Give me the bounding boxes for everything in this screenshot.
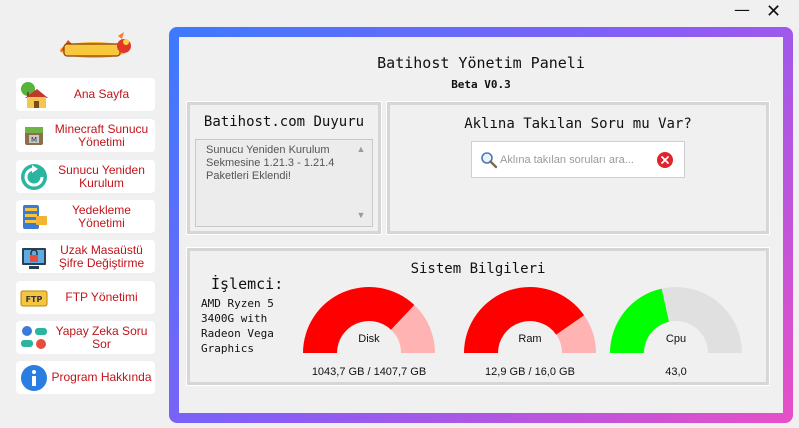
sidebar-item-label: Sunucu Yeniden Kurulum xyxy=(58,162,145,190)
home-icon xyxy=(19,80,49,110)
main-panel: Batihost Yönetim Paneli Beta V0.3 Batiho… xyxy=(179,37,783,413)
minecraft-icon: M xyxy=(19,121,49,151)
backup-icon xyxy=(19,202,49,232)
ram-gauge: Ram xyxy=(462,283,598,355)
sidebar-item-label: Program Hakkında xyxy=(51,370,152,384)
sidebar-item-uzak-masaustu[interactable]: Uzak Masaüstü Şifre Değiştirme xyxy=(16,240,155,273)
svg-text:M: M xyxy=(31,136,37,144)
search-icon xyxy=(480,151,498,169)
sidebar-item-ana-sayfa[interactable]: Ana Sayfa xyxy=(16,78,155,111)
version-label: Beta V0.3 xyxy=(451,78,511,91)
scroll-down-icon[interactable]: ▼ xyxy=(354,210,368,222)
remote-desktop-icon xyxy=(19,242,49,272)
system-info-box: Sistem Bilgileri İşlemci: AMD Ryzen 5 34… xyxy=(186,247,770,386)
svg-text:FTP: FTP xyxy=(26,295,43,304)
sidebar-item-yapay-zeka[interactable]: Yapay Zeka Soru Sor xyxy=(16,321,155,354)
scroll-up-icon[interactable]: ▲ xyxy=(354,144,368,156)
announcement-box: Batihost.com Duyuru Sunucu Yeniden Kurul… xyxy=(186,101,382,235)
batihost-logo xyxy=(54,30,136,64)
cpu-gauge: Cpu xyxy=(608,283,744,355)
close-icon[interactable]: ✕ xyxy=(766,3,781,21)
search-input[interactable] xyxy=(500,151,652,169)
cpu-label: İşlemci: xyxy=(211,275,284,293)
ram-gauge-label: Ram xyxy=(518,333,542,345)
cpu-usage-value: 43,0 xyxy=(665,366,687,378)
sidebar-item-label: FTP Yönetimi xyxy=(65,290,138,304)
search-field[interactable] xyxy=(471,141,685,178)
sidebar-item-minecraft[interactable]: M Minecraft Sunucu Yönetimi xyxy=(16,119,155,152)
sidebar-item-label: Minecraft Sunucu Yönetimi xyxy=(54,121,149,149)
disk-gauge-label: Disk xyxy=(358,333,380,345)
cpu-gauge-label: Cpu xyxy=(665,333,687,345)
info-icon xyxy=(19,363,49,393)
disk-usage-value: 1043,7 GB / 1407,7 GB xyxy=(311,366,427,378)
sidebar-item-program-hakkinda[interactable]: Program Hakkında xyxy=(16,361,155,394)
ftp-icon: FTP xyxy=(19,283,49,313)
cpu-model: AMD Ryzen 5 3400G with Radeon Vega Graph… xyxy=(201,297,274,355)
sidebar-item-label: Ana Sayfa xyxy=(73,87,130,101)
sidebar-item-ftp[interactable]: FTP FTP Yönetimi xyxy=(16,281,155,314)
sidebar-item-yedekleme[interactable]: Yedekleme Yönetimi xyxy=(16,200,155,233)
sidebar-item-label: Yedekleme Yönetimi xyxy=(72,202,131,230)
announcement-text: Sunucu Yeniden Kurulum Sekmesine 1.21.3 … xyxy=(206,144,335,182)
refresh-icon xyxy=(19,162,49,192)
sidebar-item-label: Uzak Masaüstü Şifre Değiştirme xyxy=(58,242,145,270)
sidebar-item-label: Yapay Zeka Soru Sor xyxy=(55,323,148,351)
question-title: Aklına Takılan Soru mu Var? xyxy=(464,116,692,132)
sidebar-item-sunucu-yeniden-kurulum[interactable]: Sunucu Yeniden Kurulum xyxy=(16,160,155,193)
announcement-textarea[interactable]: Sunucu Yeniden Kurulum Sekmesine 1.21.3 … xyxy=(195,139,373,227)
announcement-title: Batihost.com Duyuru xyxy=(203,114,365,130)
disk-gauge: Disk xyxy=(301,283,437,355)
minimize-icon[interactable]: — xyxy=(734,2,750,18)
page-title: Batihost Yönetim Paneli xyxy=(377,54,585,72)
question-box: Aklına Takılan Soru mu Var? xyxy=(386,101,770,235)
clear-icon[interactable] xyxy=(656,151,674,169)
ram-usage-value: 12,9 GB / 16,0 GB xyxy=(485,366,575,378)
ai-chat-icon xyxy=(19,323,49,353)
